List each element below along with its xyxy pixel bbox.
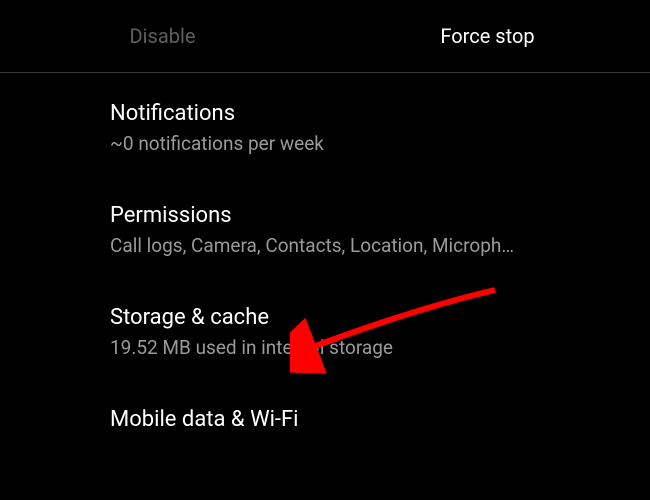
- item-title: Mobile data & Wi-Fi: [110, 407, 630, 432]
- item-subtitle: ~0 notifications per week: [110, 132, 630, 155]
- item-subtitle: Call logs, Camera, Contacts, Location, M…: [110, 234, 630, 257]
- item-title: Permissions: [110, 203, 630, 228]
- item-title: Notifications: [110, 101, 630, 126]
- force-stop-button[interactable]: Force stop: [325, 4, 650, 68]
- notifications-item[interactable]: Notifications ~0 notifications per week: [110, 73, 650, 175]
- disable-button[interactable]: Disable: [0, 4, 325, 68]
- settings-list: Notifications ~0 notifications per week …: [0, 73, 650, 458]
- item-subtitle: 19.52 MB used in internal storage: [110, 336, 630, 359]
- storage-cache-item[interactable]: Storage & cache 19.52 MB used in interna…: [110, 277, 650, 379]
- permissions-item[interactable]: Permissions Call logs, Camera, Contacts,…: [110, 175, 650, 277]
- action-bar: Disable Force stop: [0, 0, 650, 72]
- item-title: Storage & cache: [110, 305, 630, 330]
- mobile-data-wifi-item[interactable]: Mobile data & Wi-Fi: [110, 379, 650, 458]
